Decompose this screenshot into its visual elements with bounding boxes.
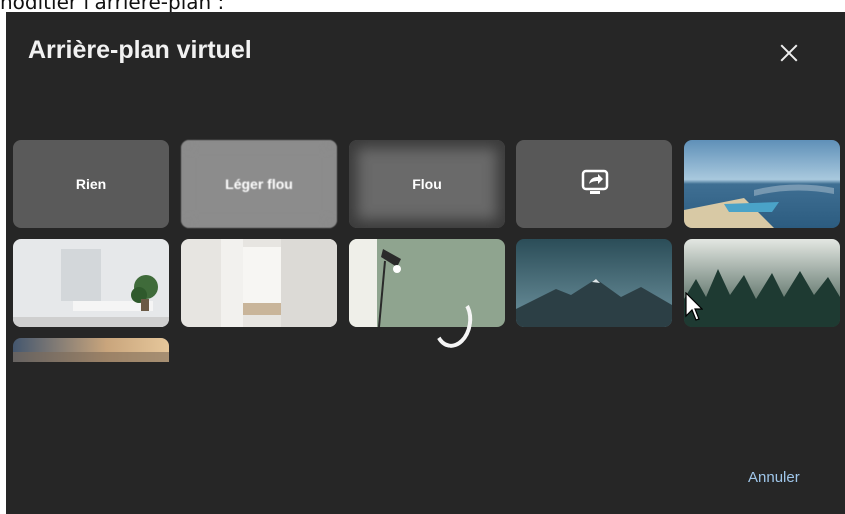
virtual-background-dialog: Arrière-plan virtuel Rien Léger flou Flo… [6, 12, 845, 514]
background-option-none[interactable]: Rien [13, 140, 169, 228]
lamp-green-wall-image [349, 239, 505, 327]
background-image-sunset-sky[interactable] [13, 338, 169, 362]
mountains-image [516, 239, 672, 327]
close-icon[interactable] [776, 40, 802, 66]
background-image-beach-boat[interactable] [684, 140, 840, 228]
background-image-lamp-green-wall[interactable] [349, 239, 505, 327]
blur-label: Flou [412, 176, 442, 192]
misty-forest-image [684, 239, 840, 327]
background-image-misty-forest[interactable] [684, 239, 840, 327]
room-plant-image [13, 239, 169, 327]
background-image-room-plant[interactable] [13, 239, 169, 327]
dialog-title: Arrière-plan virtuel [28, 36, 252, 64]
light-blur-label: Léger flou [225, 176, 293, 192]
background-option-blur[interactable]: Flou [349, 140, 505, 228]
background-image-white-hallway[interactable] [181, 239, 337, 327]
background-option-share-screen[interactable] [516, 140, 672, 228]
share-screen-icon [581, 169, 609, 194]
background-option-light-blur[interactable]: Léger flou [181, 140, 337, 228]
beach-boat-image [684, 140, 840, 228]
background-image-mountains[interactable] [516, 239, 672, 327]
none-label: Rien [75, 176, 107, 192]
mouse-cursor-icon [685, 292, 703, 321]
white-hallway-image [181, 239, 337, 327]
sunset-sky-image [13, 338, 169, 362]
cancel-button[interactable]: Annuler [748, 469, 800, 486]
